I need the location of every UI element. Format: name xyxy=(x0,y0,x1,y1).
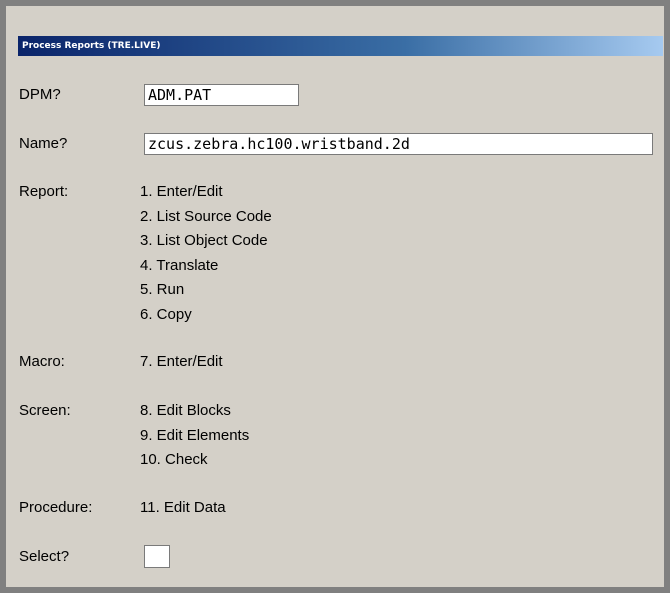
report-option-list-object-code[interactable]: 3. List Object Code xyxy=(140,232,268,250)
report-option-copy[interactable]: 6. Copy xyxy=(140,306,192,324)
window-title-bar: Process Reports (TRE.LIVE) xyxy=(18,36,663,56)
macro-option-enter-edit[interactable]: 7. Enter/Edit xyxy=(140,353,223,371)
procedure-option-edit-data[interactable]: 11. Edit Data xyxy=(140,499,226,517)
report-option-run[interactable]: 5. Run xyxy=(140,281,184,299)
window-title: Process Reports (TRE.LIVE) xyxy=(22,41,161,51)
report-option-list-source-code[interactable]: 2. List Source Code xyxy=(140,208,272,226)
dpm-label: DPM? xyxy=(19,86,61,103)
name-label: Name? xyxy=(19,135,68,152)
screen-option-edit-blocks[interactable]: 8. Edit Blocks xyxy=(140,402,231,420)
screen-label: Screen: xyxy=(19,402,71,419)
process-reports-window: Process Reports (TRE.LIVE) xyxy=(6,6,664,587)
name-input[interactable]: zcus.zebra.hc100.wristband.2d xyxy=(144,133,653,155)
select-label: Select? xyxy=(19,548,70,565)
screen-option-check[interactable]: 10. Check xyxy=(140,451,208,469)
dpm-input[interactable]: ADM.PAT xyxy=(144,84,299,106)
select-input[interactable] xyxy=(144,545,170,568)
report-label: Report: xyxy=(19,183,69,200)
report-option-enter-edit[interactable]: 1. Enter/Edit xyxy=(140,183,223,201)
procedure-label: Procedure: xyxy=(19,499,93,516)
screen-option-edit-elements[interactable]: 9. Edit Elements xyxy=(140,427,249,445)
macro-label: Macro: xyxy=(19,353,65,370)
report-option-translate[interactable]: 4. Translate xyxy=(140,257,218,275)
